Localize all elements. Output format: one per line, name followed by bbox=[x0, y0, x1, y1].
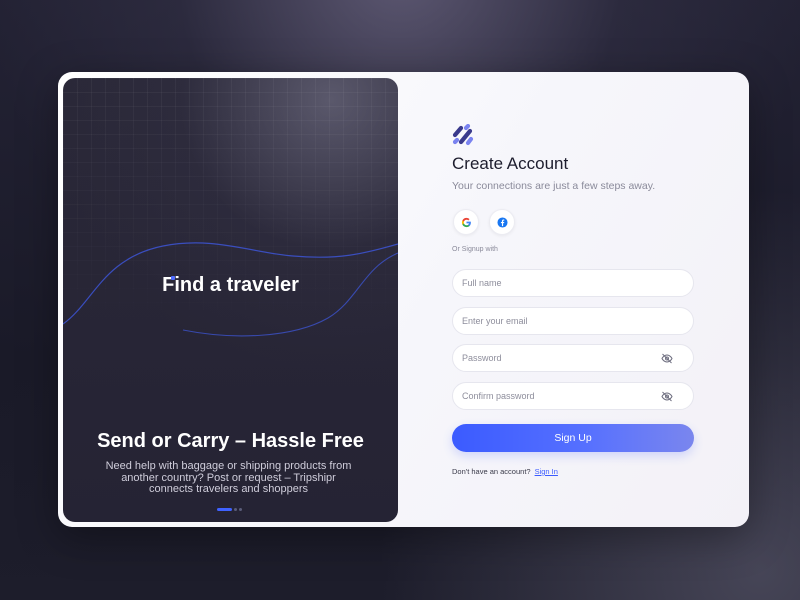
hero-tagline: Find a traveler bbox=[162, 274, 299, 296]
hero-accent-dot bbox=[171, 276, 175, 280]
signin-link[interactable]: Sign In bbox=[535, 467, 558, 476]
signin-prompt-text: Don't have an account? bbox=[452, 467, 531, 476]
full-name-input[interactable] bbox=[462, 270, 662, 296]
hero-description: Need help with baggage or shipping produ… bbox=[105, 460, 352, 495]
page-title: Create Account bbox=[452, 154, 569, 173]
password-input[interactable] bbox=[462, 345, 662, 371]
carousel-dot-active[interactable] bbox=[217, 508, 232, 511]
signup-button[interactable]: Sign Up bbox=[452, 424, 694, 452]
email-field bbox=[452, 307, 694, 335]
page-subtitle: Your connections are just a few steps aw… bbox=[452, 180, 656, 192]
tripshipr-logo-icon bbox=[452, 124, 474, 146]
carousel-dot[interactable] bbox=[239, 508, 242, 511]
eye-off-icon[interactable] bbox=[661, 391, 673, 402]
carousel-indicator bbox=[217, 508, 242, 511]
or-signup-label: Or Signup with bbox=[452, 246, 498, 253]
hero-panel: Find a traveler Send or Carry – Hassle F… bbox=[63, 78, 398, 522]
facebook-signup-button[interactable] bbox=[489, 209, 515, 235]
signup-card: Find a traveler Send or Carry – Hassle F… bbox=[58, 72, 749, 527]
carousel-dot[interactable] bbox=[234, 508, 237, 511]
signup-form: Create Account Your connections are just… bbox=[452, 72, 712, 527]
confirm-password-field bbox=[452, 382, 694, 410]
eye-off-icon[interactable] bbox=[661, 353, 673, 364]
google-signup-button[interactable] bbox=[453, 209, 479, 235]
hero-decorative-curves bbox=[63, 242, 398, 337]
password-field bbox=[452, 344, 694, 372]
hero-title: Send or Carry – Hassle Free bbox=[97, 430, 364, 452]
google-icon bbox=[461, 217, 471, 227]
email-input[interactable] bbox=[462, 308, 662, 334]
full-name-field bbox=[452, 269, 694, 297]
confirm-password-input[interactable] bbox=[462, 383, 662, 409]
signin-prompt: Don't have an account? Sign In bbox=[452, 467, 558, 476]
facebook-icon bbox=[496, 216, 508, 228]
